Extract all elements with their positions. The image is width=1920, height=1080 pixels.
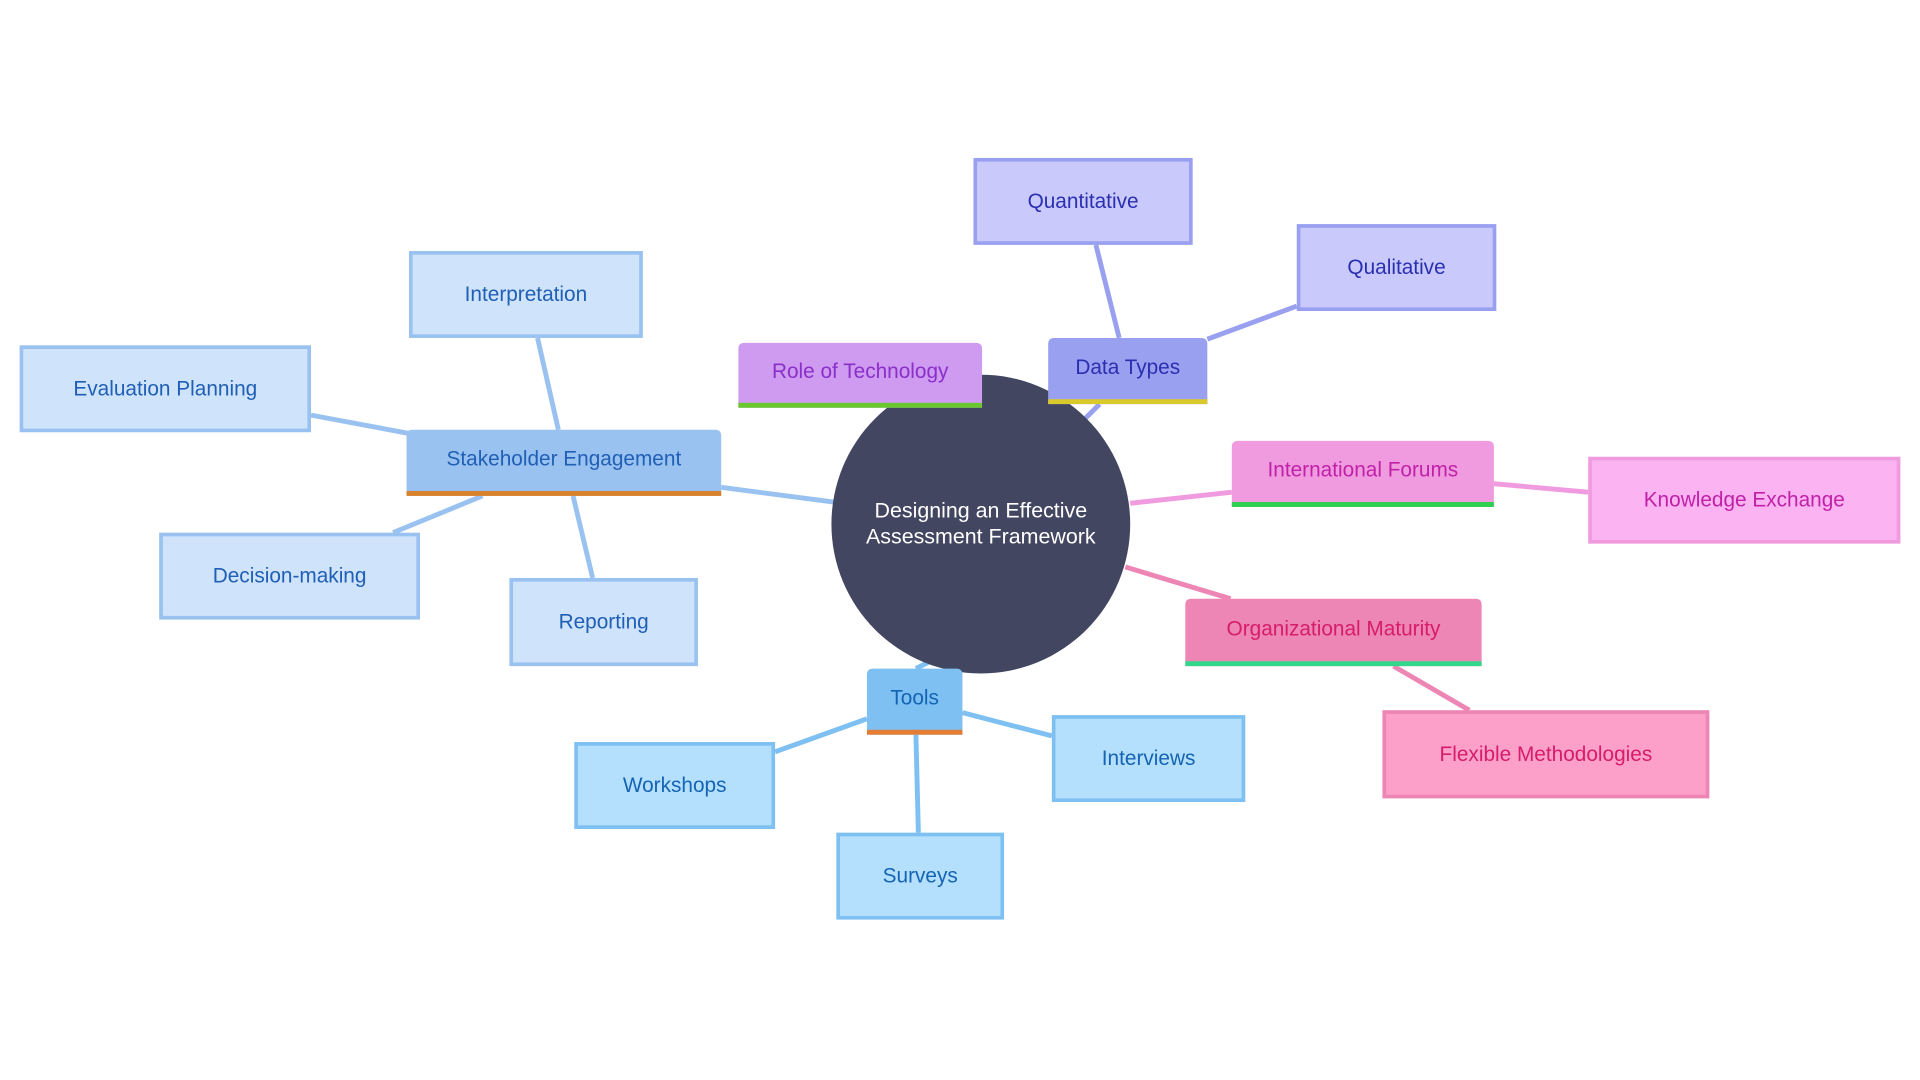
child-node-flexible-methodologies[interactable]: Flexible Methodologies (1382, 710, 1710, 799)
child-label: Knowledge Exchange (1644, 489, 1845, 512)
child-node-surveys[interactable]: Surveys (836, 832, 1005, 920)
child-label: Interviews (1102, 747, 1196, 770)
nodes-layer: Designing an EffectiveAssessment Framewo… (19, 157, 1901, 920)
edge-root-to-organizational-maturity (1124, 564, 1232, 602)
edge-stakeholder-engagement-to-decision-making (392, 493, 484, 535)
branch-node-international-forums[interactable]: International Forums (1231, 440, 1494, 507)
branch-node-tools[interactable]: Tools (866, 668, 963, 735)
edge-stakeholder-engagement-to-evaluation-planning (310, 412, 410, 436)
child-label: Decision-making (213, 565, 367, 588)
edge-tools-to-workshops (774, 716, 868, 755)
edge-tools-to-interviews (961, 710, 1053, 739)
child-node-evaluation-planning[interactable]: Evaluation Planning (19, 345, 312, 433)
child-label: Flexible Methodologies (1440, 743, 1653, 766)
child-node-qualitative[interactable]: Qualitative (1296, 224, 1497, 312)
branch-label: Stakeholder Engagement (447, 448, 682, 471)
branch-node-organizational-maturity[interactable]: Organizational Maturity (1185, 598, 1482, 667)
edge-international-forums-to-knowledge-exchange (1493, 481, 1589, 495)
mindmap-canvas: Designing an EffectiveAssessment Framewo… (19, 157, 1901, 920)
child-label: Reporting (559, 611, 649, 634)
child-node-knowledge-exchange[interactable]: Knowledge Exchange (1588, 456, 1901, 544)
branch-underline (738, 402, 983, 408)
branch-underline (1231, 502, 1494, 507)
edge-root-to-stakeholder-engagement (720, 484, 835, 505)
child-node-decision-making[interactable]: Decision-making (159, 532, 420, 620)
child-label: Interpretation (465, 283, 588, 306)
child-label: Workshops (623, 774, 727, 797)
branch-label: Data Types (1075, 356, 1180, 379)
root-label-line: Assessment Framework (866, 524, 1096, 548)
child-label: Quantitative (1028, 190, 1139, 213)
edge-data-types-to-quantitative (1093, 244, 1122, 339)
edge-root-to-international-forums (1129, 489, 1233, 506)
child-label: Evaluation Planning (73, 377, 257, 400)
root-label-line: Designing an Effective (875, 499, 1088, 523)
branch-underline (406, 491, 722, 496)
edge-stakeholder-engagement-to-interpretation (535, 337, 561, 431)
child-node-workshops[interactable]: Workshops (574, 742, 776, 829)
branch-label: Role of Technology (772, 360, 949, 383)
branch-underline (866, 729, 963, 735)
child-node-quantitative[interactable]: Quantitative (973, 157, 1193, 245)
child-node-reporting[interactable]: Reporting (509, 577, 698, 667)
edge-stakeholder-engagement-to-reporting (570, 495, 596, 579)
branch-node-stakeholder-engagement[interactable]: Stakeholder Engagement (406, 429, 722, 496)
branch-label: International Forums (1267, 459, 1458, 482)
branch-node-role-of-technology[interactable]: Role of Technology (738, 342, 983, 408)
root-node[interactable]: Designing an EffectiveAssessment Framewo… (831, 374, 1131, 674)
edge-tools-to-surveys (913, 734, 921, 833)
edge-organizational-maturity-to-flexible-methodologies (1392, 664, 1471, 713)
branch-label: Organizational Maturity (1227, 617, 1441, 640)
edge-data-types-to-qualitative (1206, 303, 1298, 342)
branch-node-data-types[interactable]: Data Types (1048, 337, 1208, 405)
branch-underline (1185, 661, 1482, 667)
child-node-interpretation[interactable]: Interpretation (408, 251, 643, 338)
child-label: Surveys (883, 865, 958, 888)
child-label: Qualitative (1347, 256, 1445, 279)
child-node-interviews[interactable]: Interviews (1051, 715, 1246, 803)
branch-label: Tools (890, 686, 939, 709)
branch-underline (1048, 399, 1208, 405)
edge-root-to-data-types (1083, 402, 1102, 421)
